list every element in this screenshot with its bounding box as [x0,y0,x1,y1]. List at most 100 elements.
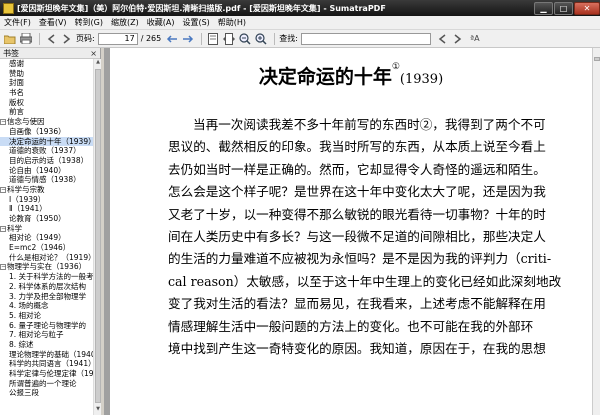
bookmark-item[interactable]: 7. 相对论与粒子 [0,330,93,340]
bookmark-item[interactable]: 版权 [0,98,93,108]
text-line: 又老了十岁，以一种变得不那么敏锐的眼光看待一切事物？十年的时 [168,206,546,222]
bookmark-label: Ⅰ（1939） [9,194,46,204]
sidebar-close-icon[interactable]: × [90,49,97,58]
document-scroll-thumb[interactable] [594,57,600,61]
bookmark-label: 5. 相对论 [9,310,42,320]
menu-help[interactable]: 帮助(H) [214,17,250,28]
scroll-down-icon[interactable]: ▼ [94,406,102,415]
bookmark-label: 道德与情感（1938） [9,175,81,185]
bookmark-item[interactable]: 目的启示的话（1938） [0,156,93,166]
bookmark-item[interactable]: 3. 力学及把全部物理学 [0,292,93,302]
sidebar-scroll-thumb[interactable] [95,69,101,403]
bookmark-item[interactable]: Ⅰ（1939） [0,195,93,205]
bookmark-item[interactable]: 理论物理学的基础（1940） [0,350,93,360]
bookmark-label: 科学的共同语言（1941） [9,359,93,369]
bookmark-label: 科学 [7,223,22,233]
menu-view[interactable]: 查看(V) [35,17,71,28]
sidebar-scrollbar[interactable]: ▲ ▼ [93,59,101,415]
chapter-year: (1939) [399,72,444,87]
bookmark-item[interactable]: 自画像（1936） [0,127,93,137]
bookmark-item[interactable]: −科学与宗教 [0,185,93,195]
bookmark-item[interactable]: 论自由（1940） [0,166,93,176]
bookmark-item[interactable]: 公报三段 [0,388,93,398]
bookmark-item[interactable]: 2. 科学体系的层次结构 [0,282,93,292]
bookmark-item[interactable]: 相对论（1949） [0,233,93,243]
bookmark-item[interactable]: 8. 综述 [0,340,93,350]
menu-favorites[interactable]: 收藏(A) [143,17,179,28]
bookmark-item[interactable]: 赞助 [0,69,93,79]
bookmark-item[interactable]: −物理学与实在（1936） [0,262,93,272]
bookmark-label: 信念与使因 [7,117,45,127]
text-line: 境中找到产生这一奇特变化的原因。我知道，原因在于，在我的思想 [168,340,546,356]
bookmark-item[interactable]: 什么是相对论？（1919） [0,253,93,263]
bookmark-label: 前言 [9,107,24,117]
menu-settings[interactable]: 设置(S) [178,17,213,28]
fit-page-icon[interactable] [206,32,220,45]
bookmark-item[interactable]: 6. 量子理论与物理学的 [0,321,93,331]
print-icon[interactable] [19,32,33,45]
sidebar-title: 书签 [3,48,19,58]
collapse-icon[interactable]: − [0,264,6,271]
bookmark-item[interactable]: 所谓普遍的一个理论 [0,379,93,389]
zoom-in-icon[interactable] [254,32,268,45]
document-view: 决定命运的十年①(1939) 当再一次阅读我差不多十年前写的东西时②，我得到了两… [104,48,600,415]
prev-page-icon[interactable] [44,32,58,45]
menu-bar: 文件(F) 查看(V) 转到(G) 缩放(Z) 收藏(A) 设置(S) 帮助(H… [0,16,600,30]
bookmark-label: 道德的衰败（1937） [9,146,81,156]
bookmark-label: 目的启示的话（1938） [9,155,89,165]
bookmark-label: Ⅱ（1941） [9,204,47,214]
bookmark-item[interactable]: 书名 [0,88,93,98]
sumatra-app-icon [3,2,14,14]
collapse-icon[interactable]: − [0,186,6,193]
bookmark-item[interactable]: −科学 [0,224,93,234]
page-number-input[interactable] [97,32,138,45]
bookmark-item[interactable]: 封面 [0,78,93,88]
find-next-icon[interactable] [451,32,465,45]
bookmark-label: E=mc2（1946） [9,243,71,253]
minimize-button[interactable]: ▁ [534,1,553,15]
bookmark-item[interactable]: 感谢 [0,59,93,69]
text-line: 变了我对生活的看法？显而易见，在我看来，上述考虑不能解释在用 [168,296,546,312]
collapse-icon[interactable]: − [0,119,6,126]
bookmark-item[interactable]: 4. 场的概念 [0,301,93,311]
menu-zoom[interactable]: 缩放(Z) [107,17,143,28]
chapter-title: 决定命运的十年①(1939) [110,62,592,89]
bookmark-item[interactable]: 论教育（1950） [0,214,93,224]
document-scrollbar[interactable] [592,48,600,415]
zoom-out-icon[interactable] [238,32,252,45]
bookmark-label: 2. 科学体系的层次结构 [9,281,87,291]
bookmark-label: 自画像（1936） [9,126,66,136]
bookmark-item[interactable]: −信念与使因 [0,117,93,127]
bookmark-item[interactable]: 道德与情感（1938） [0,175,93,185]
forward-arrow-icon[interactable] [181,32,195,45]
bookmark-item[interactable]: 5. 相对论 [0,311,93,321]
bookmark-item[interactable]: 前言 [0,107,93,117]
open-folder-icon[interactable] [3,32,17,45]
find-input[interactable] [300,32,431,45]
find-prev-icon[interactable] [435,32,449,45]
next-page-icon[interactable] [60,32,74,45]
bookmark-item[interactable]: 科学的共同语言（1941） [0,359,93,369]
find-label: 查找: [279,34,298,43]
toolbar: 页码: / 265 查找: ªA [0,30,600,48]
bookmark-item[interactable]: E=mc2（1946） [0,243,93,253]
sidebar-header: 书签 × [0,48,100,59]
bookmark-item[interactable]: 决定命运的十年（1939） [0,136,93,147]
menu-goto[interactable]: 转到(G) [71,17,107,28]
bookmark-item[interactable]: 道德的衰败（1937） [0,146,93,156]
menu-file[interactable]: 文件(F) [0,17,35,28]
bookmark-label: 决定命运的十年（1939） [9,136,93,146]
bookmark-item[interactable]: 1. 关于科学方法的一般考察 [0,272,93,282]
bookmark-label: 物理学与实在（1936） [7,262,87,272]
bookmark-item[interactable]: Ⅱ（1941） [0,204,93,214]
close-window-button[interactable]: ✕ [574,1,600,15]
match-case-icon[interactable]: ªA [467,32,483,45]
collapse-icon[interactable]: − [0,225,6,232]
back-arrow-icon[interactable] [165,32,179,45]
scroll-up-icon[interactable]: ▲ [94,59,102,68]
bookmark-item[interactable]: 科学定律与伦理定律（1950） [0,369,93,379]
bookmark-label: 赞助 [9,68,24,78]
maximize-button[interactable]: □ [554,1,573,15]
fit-width-icon[interactable] [222,32,236,45]
bookmark-label: 8. 综述 [9,339,34,349]
